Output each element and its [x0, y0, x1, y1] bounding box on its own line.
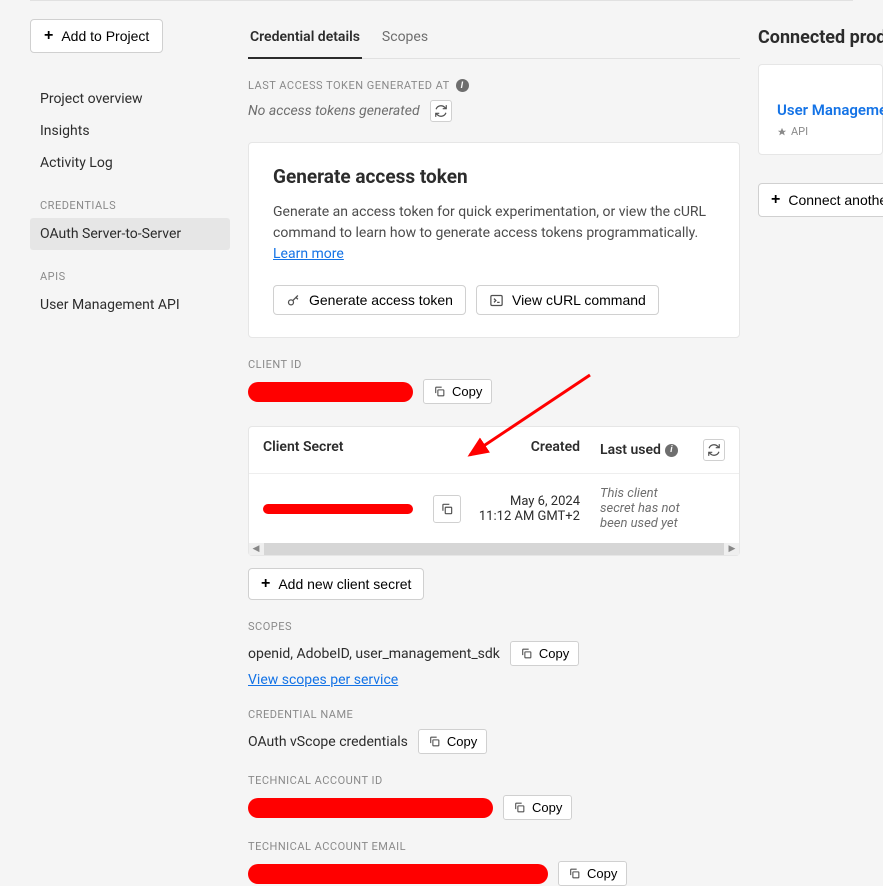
- add-secret-label: Add new client secret: [278, 576, 411, 592]
- nav-project-overview[interactable]: Project overview: [30, 83, 230, 115]
- copy-tech-email-label: Copy: [587, 866, 617, 881]
- scroll-right-arrow[interactable]: ▶: [725, 543, 739, 555]
- generate-access-token-button[interactable]: Generate access token: [273, 285, 466, 315]
- product-api-label: API: [777, 125, 868, 138]
- technical-account-email-redacted: [248, 864, 548, 884]
- nav-section-apis: APIS: [30, 262, 230, 289]
- plus-icon: +: [261, 575, 270, 593]
- view-curl-btn-label: View cURL command: [512, 292, 646, 308]
- refresh-tokens-button[interactable]: [430, 100, 452, 122]
- nav-user-management-api[interactable]: User Management API: [30, 289, 230, 321]
- no-tokens-text: No access tokens generated: [248, 103, 420, 119]
- col-header-client-secret: Client Secret: [263, 439, 475, 461]
- product-card: User Management A API: [758, 64, 883, 155]
- learn-more-link[interactable]: Learn more: [273, 246, 344, 262]
- connected-products-title: Connected products a: [758, 27, 883, 48]
- refresh-icon: [707, 443, 721, 457]
- add-new-client-secret-button[interactable]: + Add new client secret: [248, 568, 424, 600]
- copy-technical-account-email-button[interactable]: Copy: [558, 861, 627, 886]
- copy-cred-name-label: Copy: [447, 734, 477, 749]
- copy-icon: [433, 385, 446, 398]
- view-curl-button[interactable]: View cURL command: [476, 285, 659, 315]
- copy-icon: [568, 867, 581, 880]
- copy-client-secret-button[interactable]: [433, 495, 461, 523]
- nav-insights[interactable]: Insights: [30, 115, 230, 147]
- client-id-label: CLIENT ID: [248, 358, 740, 371]
- generate-token-title: Generate access token: [273, 165, 715, 188]
- scroll-track[interactable]: [264, 543, 724, 555]
- technical-account-id-label: TECHNICAL ACCOUNT ID: [248, 774, 740, 787]
- secret-created-date: May 6, 2024: [475, 494, 580, 509]
- last-token-label-text: LAST ACCESS TOKEN GENERATED AT: [248, 79, 450, 92]
- last-token-label: LAST ACCESS TOKEN GENERATED AT i: [248, 79, 740, 92]
- right-panel: Connected products a User Management A A…: [758, 19, 883, 886]
- refresh-secrets-button[interactable]: [703, 439, 725, 461]
- connect-another-label: Connect another servi: [788, 192, 883, 208]
- scroll-left-arrow[interactable]: ◀: [249, 543, 263, 555]
- copy-client-id-button[interactable]: Copy: [423, 379, 492, 404]
- nav-section-credentials: CREDENTIALS: [30, 191, 230, 218]
- client-secret-table: Client Secret Created Last used i: [248, 426, 740, 556]
- copy-icon: [440, 502, 454, 516]
- client-secret-row: May 6, 2024 11:12 AM GMT+2 This client s…: [249, 473, 739, 543]
- copy-client-id-label: Copy: [452, 384, 482, 399]
- add-to-project-label: Add to Project: [61, 28, 149, 44]
- technical-account-id-redacted: [248, 798, 493, 818]
- nav-oauth-server-to-server[interactable]: OAuth Server-to-Server: [30, 218, 230, 250]
- client-secret-value-redacted: [263, 504, 413, 514]
- view-scopes-per-service-link[interactable]: View scopes per service: [248, 672, 398, 688]
- plus-icon: +: [44, 27, 53, 45]
- sidebar: + Add to Project Project overview Insigh…: [30, 19, 230, 886]
- plus-icon: +: [771, 191, 780, 209]
- col-header-created: Created: [475, 439, 580, 461]
- key-icon: [286, 293, 301, 308]
- tab-scopes[interactable]: Scopes: [380, 19, 430, 59]
- copy-scopes-label: Copy: [539, 646, 569, 661]
- secret-last-used-cell: This client secret has not been used yet: [580, 486, 685, 531]
- tabs: Credential details Scopes: [248, 19, 740, 59]
- tab-credential-details[interactable]: Credential details: [248, 19, 362, 59]
- main-content: Credential details Scopes LAST ACCESS TO…: [230, 19, 758, 886]
- copy-scopes-button[interactable]: Copy: [510, 641, 579, 666]
- product-name-link[interactable]: User Management A: [777, 101, 868, 119]
- copy-icon: [428, 735, 441, 748]
- info-icon[interactable]: i: [665, 444, 678, 457]
- connect-another-service-button[interactable]: + Connect another servi: [758, 183, 883, 217]
- scopes-value: openid, AdobeID, user_management_sdk: [248, 646, 500, 662]
- generate-token-body-text: Generate an access token for quick exper…: [273, 204, 706, 241]
- copy-credential-name-button[interactable]: Copy: [418, 729, 487, 754]
- credential-name-label: CREDENTIAL NAME: [248, 708, 740, 721]
- last-used-header-text: Last used: [600, 442, 661, 458]
- copy-technical-account-id-button[interactable]: Copy: [503, 795, 572, 820]
- info-icon[interactable]: i: [456, 79, 469, 92]
- credential-name-value: OAuth vScope credentials: [248, 734, 408, 750]
- api-label-text: API: [791, 125, 808, 138]
- horizontal-scrollbar[interactable]: ◀ ▶: [249, 543, 739, 555]
- generate-token-card: Generate access token Generate an access…: [248, 142, 740, 338]
- generate-token-btn-label: Generate access token: [309, 292, 453, 308]
- secret-created-cell: May 6, 2024 11:12 AM GMT+2: [475, 494, 580, 524]
- copy-tech-id-label: Copy: [532, 800, 562, 815]
- last-token-row: No access tokens generated: [248, 100, 740, 122]
- generate-token-body: Generate an access token for quick exper…: [273, 202, 715, 265]
- copy-icon: [520, 647, 533, 660]
- client-id-value-redacted: [248, 382, 413, 402]
- add-to-project-button[interactable]: + Add to Project: [30, 19, 163, 53]
- col-header-last-used: Last used i: [580, 439, 685, 461]
- copy-icon: [513, 801, 526, 814]
- secret-created-time: 11:12 AM GMT+2: [475, 509, 580, 524]
- scopes-label: SCOPES: [248, 620, 740, 633]
- api-badge-icon: [777, 127, 787, 137]
- terminal-icon: [489, 293, 504, 308]
- nav-activity-log[interactable]: Activity Log: [30, 147, 230, 179]
- refresh-icon: [434, 104, 448, 118]
